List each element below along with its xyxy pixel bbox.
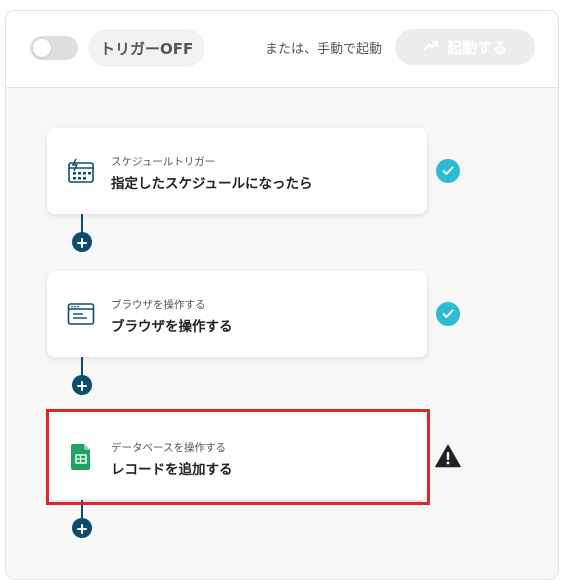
start-button-label: 起動する — [446, 38, 507, 57]
warning-icon — [435, 444, 461, 468]
trigger-status-label: トリガーOFF — [88, 29, 206, 67]
workflow-header: トリガーOFF または、手動で起動 起動する — [6, 11, 558, 88]
step-title: 指定したスケジュールになったら — [111, 176, 313, 192]
add-step-button[interactable] — [72, 375, 92, 395]
step-title: ブラウザを操作する — [111, 319, 233, 335]
step-type-label: ブラウザを操作する — [111, 299, 206, 311]
browser-window-icon — [67, 300, 95, 328]
start-button[interactable]: 起動する — [395, 29, 535, 65]
toggle-knob — [33, 39, 51, 57]
flow-canvas: スケジュールトリガー 指定したスケジュールになったら ブラウザを操作する ブラウ — [6, 88, 558, 579]
calendar-schedule-icon — [67, 157, 95, 185]
step-card-browser[interactable]: ブラウザを操作する ブラウザを操作する — [47, 271, 427, 357]
step-card-schedule-trigger[interactable]: スケジュールトリガー 指定したスケジュールになったら — [47, 128, 427, 214]
launch-icon — [422, 38, 439, 56]
workflow-editor-frame: トリガーOFF または、手動で起動 起動する スケジュールトリガー 指定したスケ… — [5, 10, 559, 580]
add-step-button[interactable] — [72, 518, 92, 538]
trigger-toggle[interactable] — [30, 36, 78, 60]
step-type-label: スケジュールトリガー — [111, 156, 216, 168]
plus-icon — [77, 519, 87, 538]
selected-step-highlight — [46, 409, 430, 505]
completed-check-icon — [436, 159, 460, 183]
plus-icon — [77, 233, 87, 252]
completed-check-icon — [436, 302, 460, 326]
add-step-button[interactable] — [72, 232, 92, 252]
manual-start-text: または、手動で起動 — [265, 42, 383, 57]
plus-icon — [77, 376, 87, 395]
